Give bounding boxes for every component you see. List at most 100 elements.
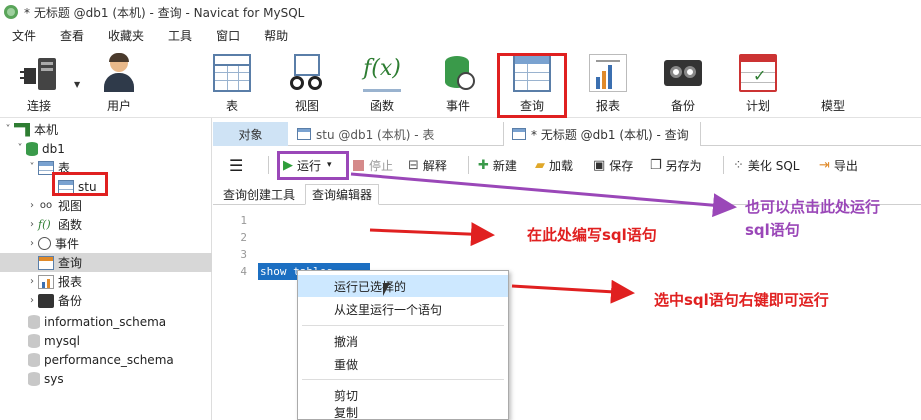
tree-item-events[interactable]: › 事件 bbox=[0, 234, 212, 253]
menu-help[interactable]: 帮助 bbox=[252, 27, 300, 44]
view-button[interactable]: 视图 bbox=[276, 50, 338, 116]
database-icon bbox=[28, 314, 40, 329]
tree-item-label: 备份 bbox=[58, 294, 83, 308]
line-number: 2 bbox=[240, 231, 247, 244]
export-button[interactable]: ⇥ 导出 bbox=[819, 154, 858, 176]
title-bar: * 无标题 @db1 (本机) - 查询 - Navicat for MySQL bbox=[0, 0, 921, 24]
menu-file[interactable]: 文件 bbox=[0, 27, 48, 44]
tree-item-label: performance_schema bbox=[44, 352, 174, 367]
expand-chevron-icon[interactable]: ˅ bbox=[26, 162, 38, 173]
tab-stu-table[interactable]: stu @db1 (本机) - 表 bbox=[289, 122, 499, 146]
menu-favorites[interactable]: 收藏夹 bbox=[96, 27, 156, 44]
tree-item-sys[interactable]: sys bbox=[0, 369, 212, 388]
tree-item-label: 本机 bbox=[34, 123, 59, 137]
menu-item-label: 重做 bbox=[334, 357, 359, 372]
tab-query-editor[interactable]: 查询编辑器 bbox=[305, 184, 380, 205]
expand-chevron-icon[interactable]: › bbox=[26, 276, 38, 287]
save-button[interactable]: ▣ 保存 bbox=[593, 154, 633, 176]
menu-item-label: 撤消 bbox=[334, 334, 359, 349]
menu-window[interactable]: 窗口 bbox=[204, 27, 252, 44]
tree-item-db1[interactable]: ˅ db1 bbox=[0, 139, 212, 158]
tab-label: * 无标题 @db1 (本机) - 查询 bbox=[531, 127, 689, 142]
subtab-label: 查询创建工具 bbox=[223, 188, 296, 202]
tree-item-performance-schema[interactable]: performance_schema bbox=[0, 350, 212, 369]
model-label: 模型 bbox=[820, 99, 845, 113]
user-icon bbox=[100, 53, 138, 92]
menu-item-run-from-here[interactable]: 从这里运行一个语句 bbox=[298, 298, 508, 320]
save-icon: ▣ bbox=[593, 157, 606, 173]
save-as-button[interactable]: ❐ 另存为 bbox=[650, 154, 702, 176]
menu-item-redo[interactable]: 重做 bbox=[298, 353, 508, 375]
tab-query-builder[interactable]: 查询创建工具 bbox=[217, 184, 301, 205]
user-button[interactable]: 用户 bbox=[88, 50, 150, 116]
menu-item-copy[interactable]: 复制 bbox=[298, 405, 508, 420]
menu-item-undo[interactable]: 撤消 bbox=[298, 330, 508, 352]
connection-label: 连接 bbox=[26, 99, 51, 113]
tab-untitled-query[interactable]: * 无标题 @db1 (本机) - 查询 bbox=[503, 122, 701, 146]
expand-chevron-icon[interactable]: › bbox=[26, 200, 38, 211]
tree-item-label: 视图 bbox=[58, 199, 83, 213]
menu-item-label: 运行已选择的 bbox=[334, 279, 407, 294]
load-button[interactable]: ▰ 加载 bbox=[535, 154, 573, 176]
tree-item-information-schema[interactable]: information_schema bbox=[0, 312, 212, 331]
tree-item-mysql[interactable]: mysql bbox=[0, 331, 212, 350]
export-icon: ⇥ bbox=[819, 157, 830, 173]
backup-button[interactable]: 备份 bbox=[652, 50, 714, 116]
event-icon bbox=[439, 54, 477, 92]
tree-item-host[interactable]: ˅ 本机 bbox=[0, 120, 212, 139]
tree-item-backups[interactable]: › 备份 bbox=[0, 291, 212, 310]
tree-item-functions[interactable]: › f() 函数 bbox=[0, 215, 212, 234]
tab-objects[interactable]: 对象 bbox=[213, 122, 288, 146]
event-label: 事件 bbox=[445, 99, 470, 113]
menu-item-run-selected[interactable]: 运行已选择的 bbox=[298, 275, 508, 297]
run-highlight-box bbox=[277, 151, 349, 180]
table-button[interactable]: 表 bbox=[201, 50, 263, 116]
beautify-sql-button[interactable]: ⁘ 美化 SQL bbox=[733, 154, 799, 176]
tree-item-views[interactable]: › oo 视图 bbox=[0, 196, 212, 215]
editor-context-menu: 运行已选择的 从这里运行一个语句 撤消 重做 剪切 复制 bbox=[297, 270, 509, 420]
run-hint-text-2: sql语句 bbox=[745, 221, 800, 239]
toolbar-divider bbox=[723, 156, 724, 174]
report-icon bbox=[38, 274, 54, 289]
connection-dropdown-icon[interactable]: ▼ bbox=[74, 80, 80, 89]
menu-item-cut[interactable]: 剪切 bbox=[298, 384, 508, 406]
expand-chevron-icon[interactable]: › bbox=[26, 295, 38, 306]
tree-item-label: 查询 bbox=[58, 256, 83, 270]
document-tabs: 对象 stu @db1 (本机) - 表 * 无标题 @db1 (本机) - 查… bbox=[213, 120, 921, 146]
function-button[interactable]: f(x) 函数 bbox=[351, 50, 413, 116]
function-icon: f(x) bbox=[363, 54, 401, 92]
menu-view[interactable]: 查看 bbox=[48, 27, 96, 44]
report-icon bbox=[589, 54, 627, 92]
model-button[interactable]: 模型 bbox=[802, 50, 864, 116]
new-button[interactable]: ✚ 新建 bbox=[478, 154, 517, 176]
view-icon: oo bbox=[39, 199, 53, 211]
line-number: 4 bbox=[240, 265, 247, 278]
hamburger-menu-icon[interactable]: ☰ bbox=[229, 154, 243, 176]
line-number: 3 bbox=[240, 248, 247, 261]
save-label: 保存 bbox=[609, 158, 634, 173]
menu-divider bbox=[302, 379, 504, 380]
function-icon: f() bbox=[38, 217, 51, 231]
explain-icon: ⊟ bbox=[408, 157, 419, 173]
database-icon bbox=[26, 141, 38, 156]
function-label: 函数 bbox=[369, 99, 394, 113]
tree-item-queries[interactable]: 查询 bbox=[0, 253, 212, 272]
schedule-button[interactable]: ✓ 计划 bbox=[727, 50, 789, 116]
menu-bar: 文件 查看 收藏夹 工具 窗口 帮助 bbox=[0, 24, 921, 46]
connection-button[interactable]: 连接 bbox=[8, 50, 70, 116]
event-button[interactable]: 事件 bbox=[427, 50, 489, 116]
expand-chevron-icon[interactable]: ˅ bbox=[2, 124, 14, 135]
expand-chevron-icon[interactable]: › bbox=[26, 219, 38, 230]
menu-tools[interactable]: 工具 bbox=[156, 27, 204, 44]
schedule-icon: ✓ bbox=[739, 54, 777, 92]
backup-icon bbox=[38, 293, 54, 308]
tree-item-reports[interactable]: › 报表 bbox=[0, 272, 212, 291]
report-label: 报表 bbox=[595, 99, 620, 113]
expand-chevron-icon[interactable]: ˅ bbox=[14, 143, 26, 154]
expand-chevron-icon[interactable]: › bbox=[26, 238, 38, 249]
report-button[interactable]: 报表 bbox=[577, 50, 639, 116]
database-icon bbox=[28, 352, 40, 367]
explain-button[interactable]: ⊟ 解释 bbox=[408, 154, 447, 176]
folder-icon: ▰ bbox=[535, 157, 545, 173]
stop-button[interactable]: 停止 bbox=[353, 154, 393, 176]
